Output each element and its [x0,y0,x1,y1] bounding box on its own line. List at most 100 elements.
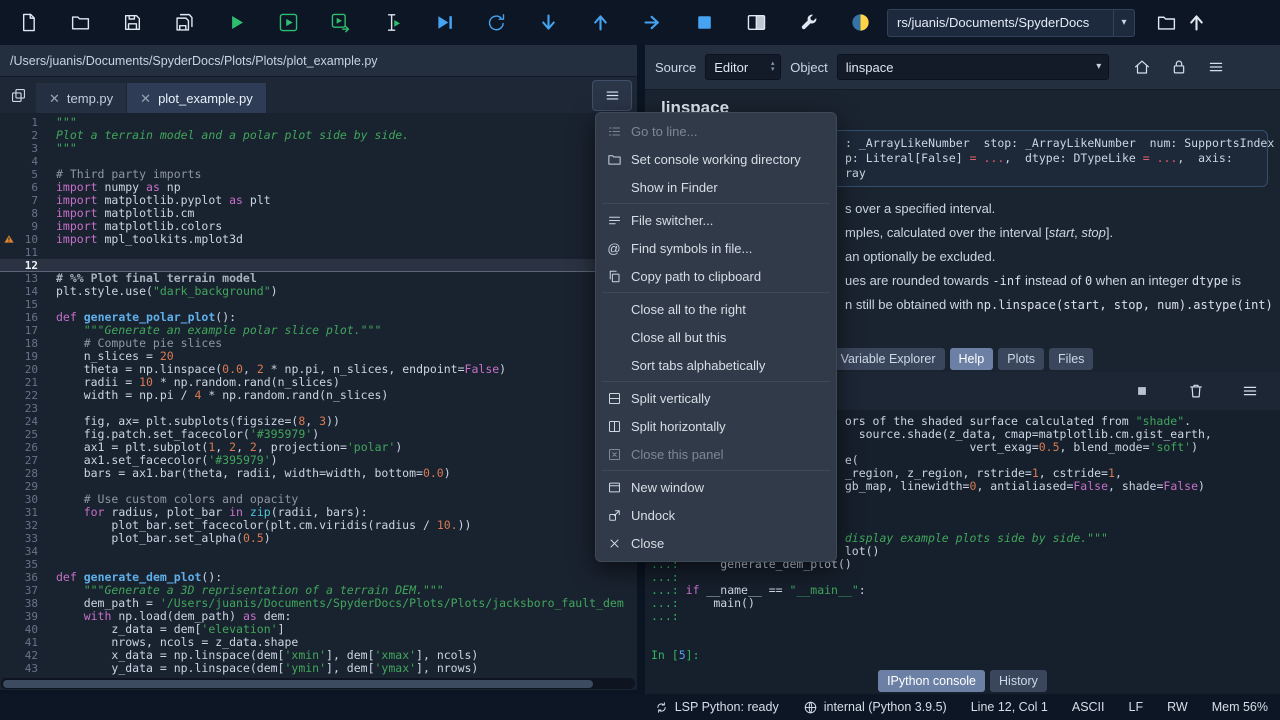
permissions-status[interactable]: RW [1167,700,1188,714]
new-file-button[interactable] [13,8,43,38]
code-line: 14plt.style.use("dark_background") [0,285,637,298]
menu-item-close-all-to-the-right[interactable]: Close all to the right [596,295,836,323]
menu-item-split-vertically[interactable]: Split vertically [596,384,836,412]
spinner-arrows-icon[interactable]: ▴ ▾ [765,61,780,73]
line-number: 41 [0,636,46,649]
pane-tab-variable-explorer[interactable]: Variable Explorer [832,348,945,370]
pythonpath-button[interactable] [845,8,875,38]
open-file-button[interactable] [65,8,95,38]
close-tab-icon[interactable]: ✕ [140,92,151,105]
menu-item-sort-tabs-alphabetically[interactable]: Sort tabs alphabetically [596,351,836,379]
line-number: 5 [0,168,46,181]
status-text: LF [1129,700,1144,714]
debug-step-into-button[interactable] [533,8,563,38]
toolbar-buttons [0,8,875,38]
menu-item-split-horizontally[interactable]: Split horizontally [596,412,836,440]
menu-item-file-switcher[interactable]: File switcher... [596,206,836,234]
window-icon [605,478,623,496]
working-directory-value: rs/juanis/Documents/SpyderDocs [897,15,1089,30]
source-combo[interactable]: Editor ▴ ▾ [705,54,781,80]
line-number: 13 [0,272,46,285]
hamburger-icon [1241,382,1259,400]
save-all-button[interactable] [169,8,199,38]
debug-step-over-button[interactable] [481,8,511,38]
editor-tabbar: ✕temp.py✕plot_example.py [0,77,637,113]
pane-tab-plots[interactable]: Plots [998,348,1044,370]
maximize-pane-button[interactable] [741,8,771,38]
run-selection-button[interactable] [377,8,407,38]
line-number: 17 [0,324,46,337]
close-box-icon [605,445,623,463]
lock-button[interactable] [1165,53,1193,81]
interrupt-kernel-button[interactable] [1128,377,1156,405]
globe-icon [803,700,818,715]
debug-stop-button[interactable] [689,8,719,38]
menu-item-find-symbols-in-file[interactable]: @Find symbols in file... [596,234,836,262]
line-number: 20 [0,363,46,376]
object-label: Object [790,60,828,75]
menu-item-copy-path-to-clipboard[interactable]: Copy path to clipboard [596,262,836,290]
browse-directory-button[interactable] [1151,8,1181,38]
line-number: 32 [0,519,46,532]
file-icon [18,12,39,33]
menu-item-label: Go to line... [631,124,697,139]
sync-icon [654,700,669,715]
menu-item-undock[interactable]: Undock [596,501,836,529]
caret-down-icon: ▾ [771,67,775,73]
console-options-button[interactable] [1236,377,1264,405]
console-line: ...: main() [651,597,1280,610]
pane-tab-files[interactable]: Files [1049,348,1093,370]
caret-down-icon[interactable]: ▾ [1113,10,1134,36]
play-box-icon [278,12,299,33]
menu-item-close[interactable]: Close [596,529,836,557]
line-number: 38 [0,597,46,610]
save-button[interactable] [117,8,147,38]
help-options-button[interactable] [1202,53,1230,81]
close-tab-icon[interactable]: ✕ [49,92,60,105]
console-tab-ipython-console[interactable]: IPython console [878,670,985,692]
editor-horizontal-scrollbar[interactable] [1,678,635,689]
signature-line: p: Literal[False] = ..., dtype: DTypeLik… [845,151,1259,166]
run-file-button[interactable] [221,8,251,38]
menu-item-show-in-finder[interactable]: Show in Finder [596,173,836,201]
menu-item-label: Split vertically [631,391,710,406]
editor-tab-temp-py[interactable]: ✕temp.py [36,83,127,113]
debug-step-out-button[interactable] [585,8,615,38]
code-text: y_data = np.linspace(dem['ymin'], dem['y… [56,662,478,675]
preferences-button[interactable] [793,8,823,38]
line-number: 39 [0,610,46,623]
console-line: ...: [651,610,1280,623]
cursor-position[interactable]: Line 12, Col 1 [971,700,1048,714]
menu-item-set-console-working-directory[interactable]: Set console working directory [596,145,836,173]
code-line: 22 width = np.pi / 4 * np.random.rand(n_… [0,389,637,402]
lsp-status[interactable]: LSP Python: ready [654,700,779,715]
home-button[interactable] [1128,53,1156,81]
parent-directory-button[interactable] [1181,8,1211,38]
menu-item-new-window[interactable]: New window [596,473,836,501]
console-tab-history[interactable]: History [990,670,1047,692]
pane-tab-help[interactable]: Help [950,348,994,370]
play-icon [226,12,247,33]
code-line: 43 y_data = np.linspace(dem['ymin'], dem… [0,662,637,675]
debug-continue-button[interactable] [637,8,667,38]
code-line: 11 [0,246,637,259]
encoding-status[interactable]: ASCII [1072,700,1105,714]
caret-down-icon[interactable]: ▾ [1090,62,1108,72]
object-combo[interactable]: linspace ▾ [837,54,1109,80]
memory-status[interactable]: Mem 56% [1212,700,1268,714]
status-text: LSP Python: ready [675,700,779,714]
menu-item-close-all-but-this[interactable]: Close all but this [596,323,836,351]
run-cell-button[interactable] [273,8,303,38]
code-editor[interactable]: 1"""2Plot a terrain model and a polar pl… [0,113,637,679]
editor-options-button[interactable] [592,80,632,111]
interpreter-status[interactable]: internal (Python 3.9.5) [803,700,947,715]
browse-tabs-button[interactable] [4,81,32,109]
working-directory-combo[interactable]: rs/juanis/Documents/SpyderDocs ▾ [887,9,1135,37]
menu-item-label: Set console working directory [631,152,801,167]
remove-variables-button[interactable] [1182,377,1210,405]
run-cell-advance-button[interactable] [325,8,355,38]
debug-file-button[interactable] [429,8,459,38]
editor-tab-plot-example-py[interactable]: ✕plot_example.py [127,83,267,113]
eol-status[interactable]: LF [1129,700,1144,714]
menu-separator [602,203,830,204]
